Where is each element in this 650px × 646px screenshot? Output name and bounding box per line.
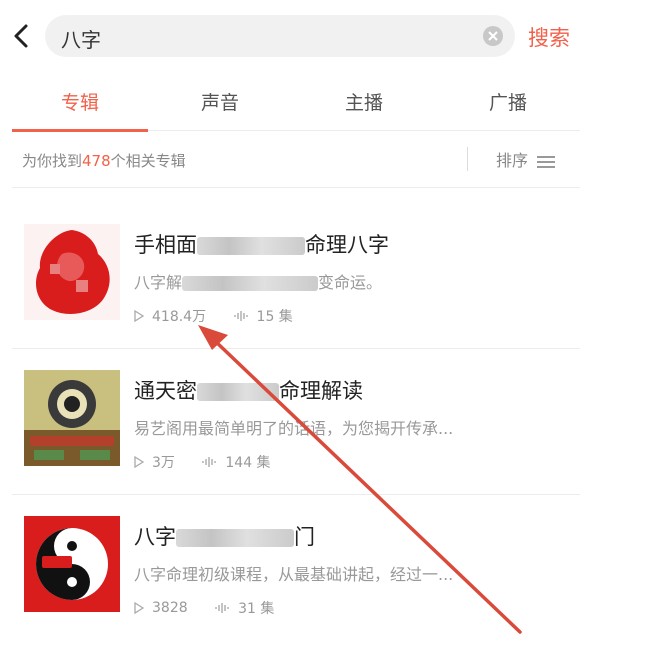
album-description: 八字解 变命运。	[134, 269, 382, 293]
search-input[interactable]: 八字	[45, 15, 515, 57]
album-item[interactable]: 八字 门 八字命理初级课程，从最基础讲起，经过一... 3828 31 集	[12, 494, 580, 640]
episode-count: 31 集	[238, 601, 275, 617]
red-blob-cover	[24, 224, 120, 320]
album-title-end: 门	[294, 525, 315, 549]
result-summary-bar: 为你找到478个相关专辑 排序	[12, 131, 580, 188]
audio-wave-icon	[233, 311, 248, 321]
album-title-start: 八字	[134, 525, 176, 549]
album-title: 手相面 命理八字	[134, 229, 389, 259]
blurred-text	[197, 237, 305, 255]
result-prefix: 为你找到	[22, 152, 83, 170]
tab-radio[interactable]: 广播	[440, 88, 576, 130]
yin-yang-cover	[24, 516, 120, 612]
album-item[interactable]: 手相面 命理八字 八字解 变命运。 418.4万 15 集	[12, 202, 580, 349]
sort-button[interactable]: 排序	[496, 147, 556, 171]
blurred-text	[182, 276, 319, 291]
play-count: 3828	[152, 600, 188, 616]
album-desc-start: 易艺阁用最简单明了的话语，为您揭开传承...	[134, 419, 454, 438]
album-title-end: 命理八字	[305, 233, 389, 257]
menu-icon	[537, 155, 556, 168]
play-icon	[134, 310, 144, 322]
album-title: 八字 门	[134, 521, 315, 551]
play-icon	[134, 602, 144, 614]
search-query[interactable]: 八字	[61, 24, 101, 53]
audio-wave-icon	[202, 457, 217, 467]
episode-count: 15 集	[256, 309, 293, 325]
result-count: 478	[82, 152, 111, 170]
back-arrow-icon[interactable]	[8, 22, 36, 50]
bagua-cover	[24, 370, 120, 466]
album-stats: 3828 31 集	[134, 598, 296, 618]
album-description: 易艺阁用最简单明了的话语，为您揭开传承...	[134, 415, 453, 439]
album-title: 通天密 命理解读	[134, 375, 363, 405]
album-description: 八字命理初级课程，从最基础讲起，经过一...	[134, 561, 453, 585]
album-stats: 418.4万 15 集	[134, 306, 315, 326]
play-icon	[134, 456, 144, 468]
album-title-end: 命理解读	[279, 379, 363, 403]
yin-yang-cover-image	[24, 516, 120, 612]
tab-hosts[interactable]: 主播	[296, 88, 432, 130]
clear-icon[interactable]	[483, 26, 503, 46]
tab-sounds[interactable]: 声音	[152, 88, 288, 130]
play-count: 3万	[152, 455, 175, 471]
episode-count: 144 集	[225, 455, 271, 471]
album-desc-start: 八字解	[134, 273, 183, 292]
blurred-text	[197, 383, 279, 401]
search-header: 八字 搜索	[0, 0, 580, 72]
album-stats: 3万 144 集	[134, 452, 293, 472]
divider	[467, 147, 468, 171]
search-button[interactable]: 搜索	[528, 22, 570, 52]
album-title-start: 通天密	[134, 379, 197, 403]
bagua-cover-image	[24, 370, 120, 466]
album-desc-end: 变命运。	[318, 273, 383, 292]
sort-label: 排序	[496, 151, 529, 170]
album-desc-start: 八字命理初级课程，从最基础讲起，经过一...	[134, 565, 454, 584]
category-tabs: 专辑 声音 主播 广播	[12, 78, 580, 132]
result-suffix: 个相关专辑	[110, 152, 186, 170]
play-count: 418.4万	[152, 309, 207, 325]
audio-wave-icon	[215, 603, 229, 613]
red-blob-cover-image	[24, 224, 120, 320]
result-summary: 为你找到478个相关专辑	[22, 150, 186, 171]
album-title-start: 手相面	[134, 233, 197, 257]
tab-albums[interactable]: 专辑	[12, 88, 148, 132]
album-item[interactable]: 通天密 命理解读 易艺阁用最简单明了的话语，为您揭开传承... 3万 144 集	[12, 348, 580, 495]
blurred-text	[176, 529, 294, 547]
